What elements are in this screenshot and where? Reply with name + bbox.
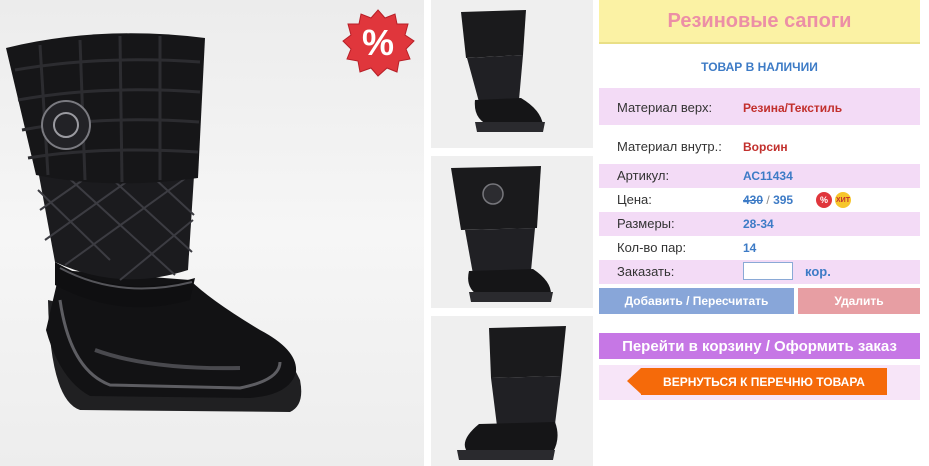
hit-badge-icon: ХИТ — [835, 192, 851, 208]
price-value: 430 / 395 — [743, 193, 793, 207]
price-separator: / — [766, 193, 770, 207]
back-button-container: ВЕРНУТЬСЯ К ПЕРЕЧНЮ ТОВАРА — [599, 365, 920, 400]
spec-label: Материал верх: — [617, 100, 713, 115]
product-title: Резиновые сапоги — [599, 0, 920, 44]
spec-label: Материал внутр.: — [617, 139, 722, 154]
spec-value: Резина/Текстиль — [743, 101, 843, 115]
spec-label: Кол-во пар: — [617, 240, 687, 255]
spec-value: 28-34 — [743, 217, 774, 231]
spec-row-sizes: Размеры: 28-34 — [599, 212, 920, 236]
sale-badge-symbol: % — [362, 22, 394, 63]
spec-value: 14 — [743, 241, 757, 255]
spec-label: Цена: — [617, 192, 652, 207]
back-arrow-icon[interactable] — [627, 368, 641, 394]
add-recalculate-button[interactable]: Добавить / Пересчитать — [599, 288, 794, 314]
delete-button[interactable]: Удалить — [798, 288, 920, 314]
new-price: 395 — [773, 193, 794, 207]
stock-status: ТОВАР В НАЛИЧИИ — [701, 60, 818, 74]
spec-row-material-inner: Материал внутр.: Ворсин — [599, 128, 920, 164]
back-to-list-button[interactable]: ВЕРНУТЬСЯ К ПЕРЕЧНЮ ТОВАРА — [641, 368, 887, 395]
boot-thumbnail-image — [451, 166, 553, 302]
thumbnail-3[interactable] — [431, 316, 593, 466]
main-product-image[interactable]: % — [0, 0, 424, 466]
spec-row-pairs: Кол-во пар: 14 — [599, 236, 920, 260]
spec-label: Размеры: — [617, 216, 675, 231]
spec-value: АС11434 — [743, 169, 793, 183]
thumbnail-2[interactable] — [431, 156, 593, 308]
spec-row-article: Артикул: АС11434 — [599, 164, 920, 188]
quantity-input[interactable] — [743, 262, 793, 280]
spec-value: Ворсин — [743, 140, 788, 154]
thumbnail-1[interactable] — [431, 0, 593, 148]
sale-mini-badge-icon: % — [816, 192, 832, 208]
order-unit: кор. — [805, 264, 831, 279]
spec-label: Заказать: — [617, 264, 675, 279]
spec-label: Артикул: — [617, 168, 670, 183]
boot-thumbnail-image — [457, 326, 566, 460]
old-price: 430 — [743, 193, 764, 207]
boot-thumbnail-image — [461, 10, 545, 132]
spec-row-price: Цена: 430 / 395 % ХИТ — [599, 188, 920, 212]
spec-row-material-outer: Материал верх: Резина/Текстиль — [599, 88, 920, 125]
go-to-cart-button[interactable]: Перейти в корзину / Оформить заказ — [599, 333, 920, 359]
sale-badge-icon: % — [342, 9, 415, 77]
